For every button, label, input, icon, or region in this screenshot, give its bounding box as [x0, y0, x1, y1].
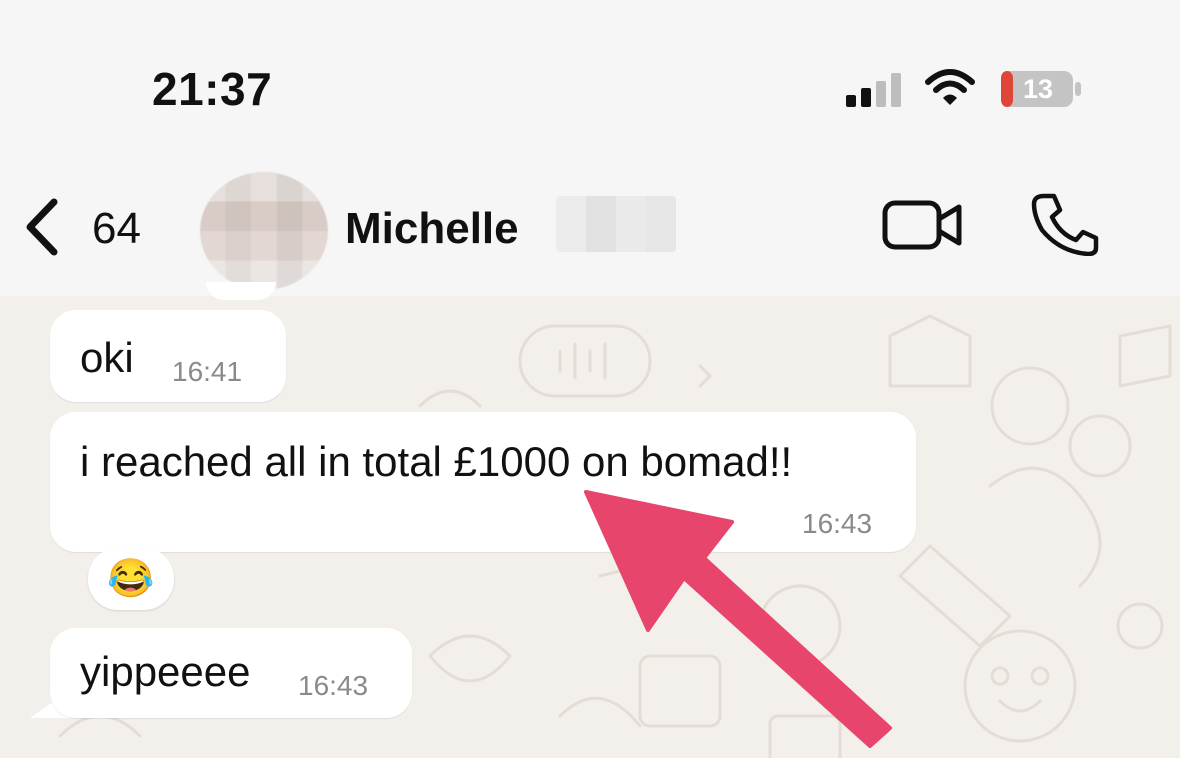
phone-call-icon[interactable] [1030, 192, 1100, 256]
video-call-icon[interactable] [882, 197, 964, 253]
message-bubble[interactable]: i reached all in total £1000 on bomad!! … [50, 412, 916, 552]
contact-name[interactable]: Michelle [345, 204, 519, 254]
message-time: 16:41 [172, 356, 243, 387]
cellular-signal-icon [846, 73, 901, 107]
message-bubble[interactable]: yippeeee 16:43 [50, 628, 412, 718]
message-time: 16:43 [802, 508, 873, 539]
message-text: yippeeee [80, 648, 251, 695]
blurred-name-segment [556, 196, 676, 252]
reaction-emoji[interactable]: 😂 [88, 548, 174, 610]
previous-message-bubble[interactable] [206, 282, 276, 300]
back-chevron-icon[interactable] [22, 196, 66, 258]
message-bubble[interactable]: oki 16:41 [50, 310, 286, 402]
unread-count[interactable]: 64 [92, 204, 141, 254]
avatar[interactable] [200, 172, 328, 290]
battery-percent: 13 [1022, 74, 1054, 104]
wifi-icon [925, 69, 975, 105]
message-text: i reached all in total £1000 on bomad!! [80, 438, 793, 485]
status-time: 21:37 [152, 63, 273, 115]
message-time: 16:43 [298, 670, 369, 701]
message-text: oki [80, 334, 134, 381]
